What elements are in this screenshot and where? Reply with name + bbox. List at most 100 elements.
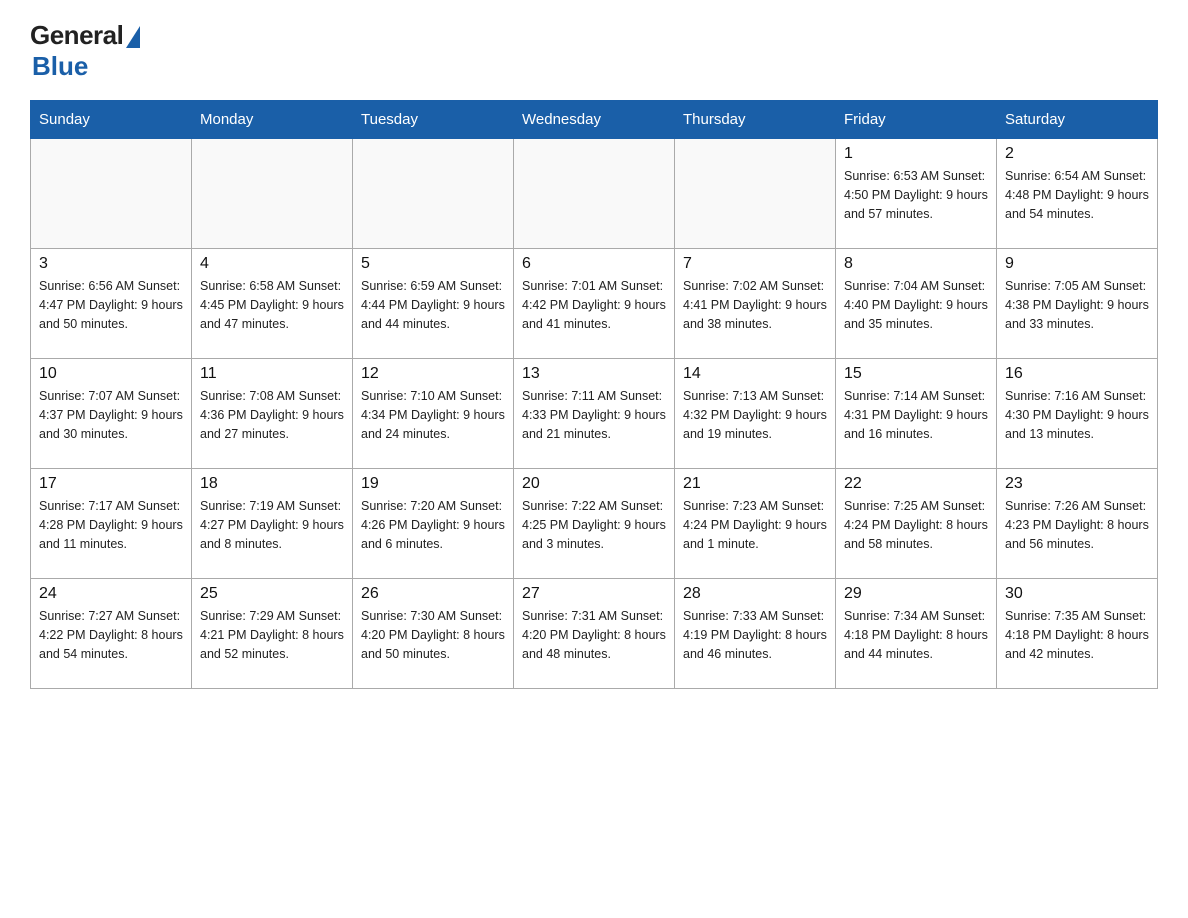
day-info: Sunrise: 7:04 AM Sunset: 4:40 PM Dayligh… (844, 277, 988, 333)
day-info: Sunrise: 7:17 AM Sunset: 4:28 PM Dayligh… (39, 497, 183, 553)
logo-general-text: General (30, 20, 123, 51)
day-info: Sunrise: 7:22 AM Sunset: 4:25 PM Dayligh… (522, 497, 666, 553)
day-info: Sunrise: 7:02 AM Sunset: 4:41 PM Dayligh… (683, 277, 827, 333)
day-info: Sunrise: 6:58 AM Sunset: 4:45 PM Dayligh… (200, 277, 344, 333)
day-info: Sunrise: 7:25 AM Sunset: 4:24 PM Dayligh… (844, 497, 988, 553)
day-info: Sunrise: 7:16 AM Sunset: 4:30 PM Dayligh… (1005, 387, 1149, 443)
day-number: 15 (844, 365, 988, 383)
calendar-day-cell: 2 Sunrise: 6:54 AM Sunset: 4:48 PM Daylig… (997, 139, 1158, 249)
day-info: Sunrise: 7:34 AM Sunset: 4:18 PM Dayligh… (844, 607, 988, 663)
calendar-day-cell: 9Sunrise: 7:05 AM Sunset: 4:38 PM Daylig… (997, 249, 1158, 359)
calendar-day-cell: 13 Sunrise: 7:11 AM Sunset: 4:33 PM Dayli… (514, 359, 675, 469)
calendar-day-cell: 17 Sunrise: 7:17 AM Sunset: 4:28 PM Dayli… (31, 469, 192, 579)
day-info: Sunrise: 7:14 AM Sunset: 4:31 PM Dayligh… (844, 387, 988, 443)
day-number: 13 (522, 365, 666, 383)
logo-blue-text: Blue (32, 51, 88, 82)
day-info: Sunrise: 7:07 AM Sunset: 4:37 PM Dayligh… (39, 387, 183, 443)
calendar-day-cell (675, 139, 836, 249)
weekday-header-thursday: Thursday (675, 101, 836, 139)
calendar-day-cell: 15 Sunrise: 7:14 AM Sunset: 4:31 PM Dayli… (836, 359, 997, 469)
day-info: Sunrise: 7:08 AM Sunset: 4:36 PM Dayligh… (200, 387, 344, 443)
day-number: 3 (39, 255, 183, 273)
calendar-day-cell: 22 Sunrise: 7:25 AM Sunset: 4:24 PM Dayli… (836, 469, 997, 579)
day-info: Sunrise: 7:27 AM Sunset: 4:22 PM Dayligh… (39, 607, 183, 663)
day-info: Sunrise: 7:05 AM Sunset: 4:38 PM Dayligh… (1005, 277, 1149, 333)
calendar-day-cell: 16 Sunrise: 7:16 AM Sunset: 4:30 PM Dayli… (997, 359, 1158, 469)
day-number: 12 (361, 365, 505, 383)
logo-triangle-icon (126, 26, 140, 48)
calendar-day-cell (31, 139, 192, 249)
calendar-day-cell: 14 Sunrise: 7:13 AM Sunset: 4:32 PM Dayli… (675, 359, 836, 469)
calendar-day-cell: 11 Sunrise: 7:08 AM Sunset: 4:36 PM Dayli… (192, 359, 353, 469)
weekday-header-sunday: Sunday (31, 101, 192, 139)
calendar-day-cell: 10 Sunrise: 7:07 AM Sunset: 4:37 PM Dayli… (31, 359, 192, 469)
day-number: 6 (522, 255, 666, 273)
day-number: 8 (844, 255, 988, 273)
day-info: Sunrise: 7:01 AM Sunset: 4:42 PM Dayligh… (522, 277, 666, 333)
day-number: 4 (200, 255, 344, 273)
day-info: Sunrise: 6:54 AM Sunset: 4:48 PM Dayligh… (1005, 167, 1149, 223)
day-info: Sunrise: 7:26 AM Sunset: 4:23 PM Dayligh… (1005, 497, 1149, 553)
calendar-day-cell: 4 Sunrise: 6:58 AM Sunset: 4:45 PM Daylig… (192, 249, 353, 359)
calendar-day-cell: 21 Sunrise: 7:23 AM Sunset: 4:24 PM Dayli… (675, 469, 836, 579)
day-info: Sunrise: 7:13 AM Sunset: 4:32 PM Dayligh… (683, 387, 827, 443)
calendar-day-cell (353, 139, 514, 249)
day-number: 23 (1005, 475, 1149, 493)
weekday-header-saturday: Saturday (997, 101, 1158, 139)
day-number: 19 (361, 475, 505, 493)
calendar-day-cell: 3Sunrise: 6:56 AM Sunset: 4:47 PM Daylig… (31, 249, 192, 359)
calendar-day-cell: 6 Sunrise: 7:01 AM Sunset: 4:42 PM Daylig… (514, 249, 675, 359)
day-number: 21 (683, 475, 827, 493)
calendar-day-cell: 30Sunrise: 7:35 AM Sunset: 4:18 PM Dayli… (997, 579, 1158, 689)
calendar-day-cell (192, 139, 353, 249)
day-info: Sunrise: 7:10 AM Sunset: 4:34 PM Dayligh… (361, 387, 505, 443)
day-number: 17 (39, 475, 183, 493)
day-info: Sunrise: 6:53 AM Sunset: 4:50 PM Dayligh… (844, 167, 988, 223)
day-number: 7 (683, 255, 827, 273)
calendar-day-cell: 8 Sunrise: 7:04 AM Sunset: 4:40 PM Daylig… (836, 249, 997, 359)
calendar-day-cell: 23 Sunrise: 7:26 AM Sunset: 4:23 PM Dayli… (997, 469, 1158, 579)
calendar-day-cell: 24Sunrise: 7:27 AM Sunset: 4:22 PM Dayli… (31, 579, 192, 689)
calendar-day-cell: 26 Sunrise: 7:30 AM Sunset: 4:20 PM Dayli… (353, 579, 514, 689)
calendar-day-cell: 7 Sunrise: 7:02 AM Sunset: 4:41 PM Daylig… (675, 249, 836, 359)
day-info: Sunrise: 7:23 AM Sunset: 4:24 PM Dayligh… (683, 497, 827, 553)
day-number: 1 (844, 145, 988, 163)
calendar-day-cell: 12 Sunrise: 7:10 AM Sunset: 4:34 PM Dayli… (353, 359, 514, 469)
calendar-day-cell (514, 139, 675, 249)
day-info: Sunrise: 6:59 AM Sunset: 4:44 PM Dayligh… (361, 277, 505, 333)
calendar-week-row: 10 Sunrise: 7:07 AM Sunset: 4:37 PM Dayli… (31, 359, 1158, 469)
day-info: Sunrise: 7:19 AM Sunset: 4:27 PM Dayligh… (200, 497, 344, 553)
day-number: 27 (522, 585, 666, 603)
calendar-day-cell: 28Sunrise: 7:33 AM Sunset: 4:19 PM Dayli… (675, 579, 836, 689)
day-number: 30 (1005, 585, 1149, 603)
day-info: Sunrise: 7:29 AM Sunset: 4:21 PM Dayligh… (200, 607, 344, 663)
day-number: 16 (1005, 365, 1149, 383)
calendar-day-cell: 25 Sunrise: 7:29 AM Sunset: 4:21 PM Dayli… (192, 579, 353, 689)
day-number: 20 (522, 475, 666, 493)
weekday-header-friday: Friday (836, 101, 997, 139)
day-info: Sunrise: 7:31 AM Sunset: 4:20 PM Dayligh… (522, 607, 666, 663)
calendar-day-cell: 19Sunrise: 7:20 AM Sunset: 4:26 PM Dayli… (353, 469, 514, 579)
calendar-day-cell: 5 Sunrise: 6:59 AM Sunset: 4:44 PM Daylig… (353, 249, 514, 359)
calendar-day-cell: 27 Sunrise: 7:31 AM Sunset: 4:20 PM Dayli… (514, 579, 675, 689)
day-number: 25 (200, 585, 344, 603)
day-number: 10 (39, 365, 183, 383)
day-number: 5 (361, 255, 505, 273)
day-number: 11 (200, 365, 344, 383)
calendar-week-row: 1 Sunrise: 6:53 AM Sunset: 4:50 PM Daylig… (31, 139, 1158, 249)
weekday-header-row: SundayMondayTuesdayWednesdayThursdayFrid… (31, 101, 1158, 139)
logo: General Blue (30, 20, 140, 82)
day-number: 18 (200, 475, 344, 493)
day-info: Sunrise: 7:30 AM Sunset: 4:20 PM Dayligh… (361, 607, 505, 663)
day-number: 2 (1005, 145, 1149, 163)
weekday-header-monday: Monday (192, 101, 353, 139)
day-info: Sunrise: 7:11 AM Sunset: 4:33 PM Dayligh… (522, 387, 666, 443)
day-number: 26 (361, 585, 505, 603)
day-number: 14 (683, 365, 827, 383)
calendar-day-cell: 20 Sunrise: 7:22 AM Sunset: 4:25 PM Dayli… (514, 469, 675, 579)
day-number: 22 (844, 475, 988, 493)
weekday-header-wednesday: Wednesday (514, 101, 675, 139)
page-header: General Blue (30, 20, 1158, 82)
weekday-header-tuesday: Tuesday (353, 101, 514, 139)
calendar-table: SundayMondayTuesdayWednesdayThursdayFrid… (30, 100, 1158, 689)
